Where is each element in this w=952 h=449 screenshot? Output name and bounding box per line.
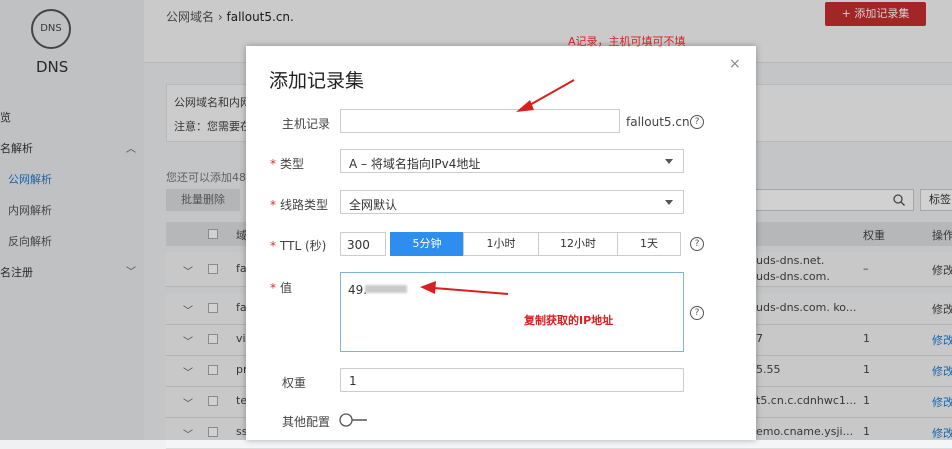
annotation-arrows	[420, 79, 575, 295]
value-arrow-line	[433, 287, 509, 295]
value-arrow-head-icon	[420, 281, 436, 294]
host-arrow-head-icon	[516, 100, 534, 112]
host-arrow-line	[527, 79, 575, 107]
